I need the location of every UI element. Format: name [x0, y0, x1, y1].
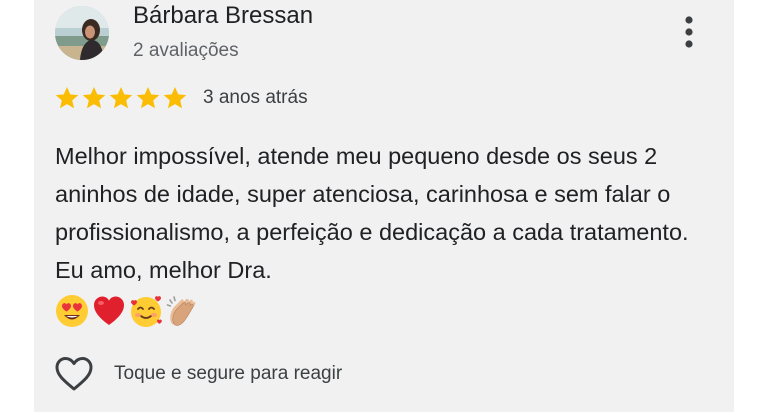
clapping-hands-emoji — [166, 296, 196, 326]
react-button[interactable]: Toque e segure para reagir — [54, 356, 342, 392]
heart-outline-icon — [55, 357, 93, 391]
star-icon — [109, 86, 133, 109]
heart-eyes-emoji — [56, 295, 88, 327]
avatar[interactable] — [55, 6, 109, 60]
smiling-face-with-hearts-emoji — [131, 296, 162, 327]
star-icon — [55, 86, 79, 109]
star-rating — [54, 85, 188, 111]
review-time: 3 anos atrás — [203, 87, 308, 108]
star-icon — [82, 86, 106, 109]
red-heart-emoji — [94, 296, 124, 325]
more-vertical-icon — [685, 16, 693, 48]
more-options-button[interactable] — [674, 12, 704, 52]
review-text: Melhor impossível, atende meu pequeno de… — [55, 143, 689, 283]
emoji-row — [55, 292, 200, 330]
star-icon — [136, 86, 160, 109]
react-label: Toque e segure para reagir — [114, 363, 343, 384]
star-icon — [163, 86, 187, 109]
review-count: 2 avaliações — [133, 40, 239, 61]
author-name[interactable]: Bárbara Bressan — [133, 2, 313, 30]
